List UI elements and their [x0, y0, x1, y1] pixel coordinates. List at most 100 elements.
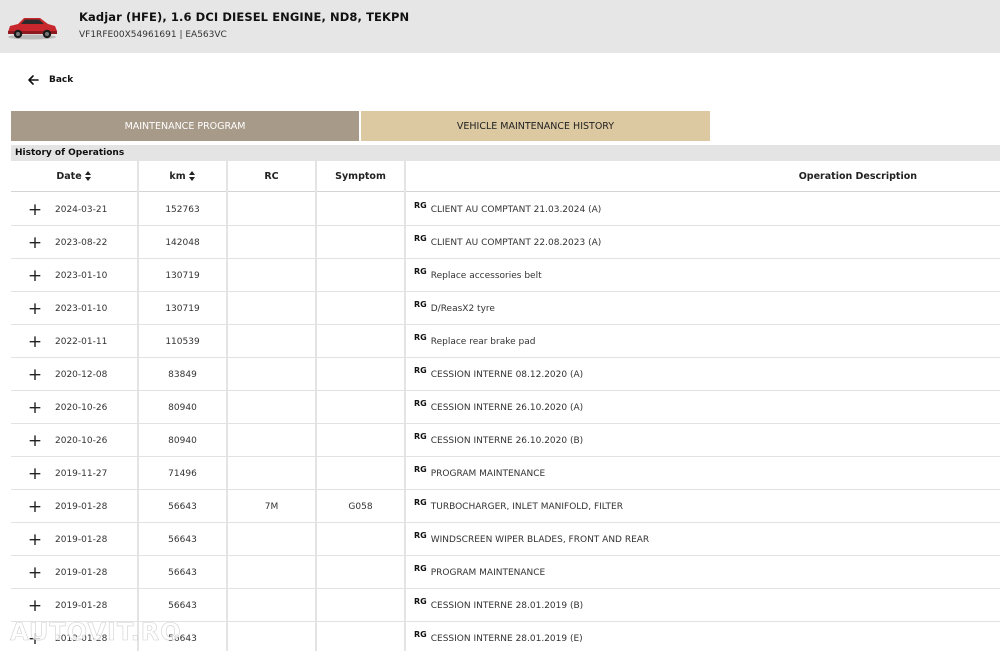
- tab-vehicle-maintenance-history[interactable]: VEHICLE MAINTENANCE HISTORY: [361, 111, 710, 141]
- expand-plus-icon[interactable]: +: [25, 457, 45, 490]
- rg-tag: RG: [414, 531, 427, 540]
- column-header-km-label: km: [169, 170, 186, 182]
- table-row[interactable]: +2019-01-28 56643 7M G058 RG TURBOCHARGER, IN…: [11, 490, 1000, 523]
- row-description-text: Replace accessories belt: [430, 270, 542, 281]
- row-description-text: PROGRAM MAINTENANCE: [430, 567, 546, 578]
- row-symptom: [317, 589, 404, 622]
- row-date: 2020-10-26: [55, 402, 108, 413]
- table-row[interactable]: +2024-03-21 152763 RG CLIENT AU COMPTANT 21…: [11, 193, 1000, 226]
- row-symptom: [317, 325, 404, 358]
- back-label: Back: [49, 75, 74, 85]
- table-row[interactable]: +2020-12-08 83849 RG CESSION INTERNE 08.12.…: [11, 358, 1000, 391]
- sort-icon[interactable]: [84, 171, 92, 181]
- table-row[interactable]: +2019-01-28 56643 RG CESSION INTERNE 28.01.…: [11, 589, 1000, 622]
- row-rc: [228, 391, 315, 424]
- row-rc: 7M: [264, 501, 279, 512]
- table-row[interactable]: +2019-01-28 56643 RG CESSION INTERNE 28.01.…: [11, 622, 1000, 651]
- expand-plus-icon[interactable]: +: [25, 391, 45, 424]
- row-km: 152763: [165, 204, 200, 215]
- row-km: 110539: [165, 336, 200, 347]
- expand-plus-icon[interactable]: +: [25, 259, 45, 292]
- expand-plus-icon[interactable]: +: [25, 226, 45, 259]
- column-header-description: Operation Description: [406, 161, 1000, 192]
- column-header-date-label: Date: [56, 170, 82, 182]
- expand-plus-icon[interactable]: +: [25, 523, 45, 556]
- tab-maintenance-program[interactable]: MAINTENANCE PROGRAM: [11, 111, 359, 141]
- vehicle-vin-plate: VF1RFE00X54961691 | EA563VC: [79, 30, 227, 40]
- column-header-date[interactable]: Date: [11, 161, 137, 192]
- row-date: 2019-01-28: [55, 600, 108, 611]
- car-icon: [8, 18, 57, 40]
- row-description: RG TURBOCHARGER, INLET MANIFOLD, FILTER: [414, 490, 994, 523]
- row-symptom: [317, 226, 404, 259]
- table-row[interactable]: +2023-08-22 142048 RG CLIENT AU COMPTANT 22…: [11, 226, 1000, 259]
- rg-tag: RG: [414, 564, 427, 573]
- row-rc: [228, 622, 315, 651]
- back-button[interactable]: Back: [27, 74, 73, 86]
- rg-tag: RG: [414, 465, 427, 474]
- row-rc: [228, 292, 315, 325]
- row-description: RG WINDSCREEN WIPER BLADES, FRONT AND REA…: [414, 523, 994, 556]
- expand-plus-icon[interactable]: +: [25, 358, 45, 391]
- row-description-text: TURBOCHARGER, INLET MANIFOLD, FILTER: [430, 501, 623, 512]
- table-row[interactable]: +2023-01-10 130719 RG D/ReasX2 tyre: [11, 292, 1000, 325]
- table-row[interactable]: +2020-10-26 80940 RG CESSION INTERNE 26.10.…: [11, 391, 1000, 424]
- rg-tag: RG: [414, 201, 427, 210]
- row-symptom: [317, 523, 404, 556]
- table-row[interactable]: +2019-01-28 56643 RG PROGRAM MAINTENANCE: [11, 556, 1000, 589]
- row-description-text: PROGRAM MAINTENANCE: [430, 468, 546, 479]
- row-description: RG CESSION INTERNE 26.10.2020 (A): [414, 391, 994, 424]
- expand-plus-icon[interactable]: +: [25, 424, 45, 457]
- row-date: 2024-03-21: [55, 204, 108, 215]
- row-description: RG CESSION INTERNE 28.01.2019 (B): [414, 589, 994, 622]
- row-km: 142048: [165, 237, 200, 248]
- expand-plus-icon[interactable]: +: [25, 490, 45, 523]
- row-rc: [228, 523, 315, 556]
- rg-tag: RG: [414, 234, 427, 243]
- row-description-text: CLIENT AU COMPTANT 21.03.2024 (A): [430, 204, 602, 215]
- row-description-text: CESSION INTERNE 08.12.2020 (A): [430, 369, 584, 380]
- row-description: RG CESSION INTERNE 26.10.2020 (B): [414, 424, 994, 457]
- row-description: RG D/ReasX2 tyre: [414, 292, 994, 325]
- row-date: 2019-01-28: [55, 501, 108, 512]
- table-row[interactable]: +2020-10-26 80940 RG CESSION INTERNE 26.10.…: [11, 424, 1000, 457]
- rg-tag: RG: [414, 300, 427, 309]
- column-header-rc: RC: [228, 161, 315, 192]
- table-row[interactable]: +2019-01-28 56643 RG WINDSCREEN WIPER BLADE…: [11, 523, 1000, 556]
- row-date: 2019-01-28: [55, 567, 108, 578]
- vehicle-title: Kadjar (HFE), 1.6 DCI DIESEL ENGINE, ND8…: [79, 10, 410, 24]
- expand-plus-icon[interactable]: +: [25, 193, 45, 226]
- row-date: 2019-11-27: [55, 468, 108, 479]
- row-date: 2023-08-22: [55, 237, 108, 248]
- expand-plus-icon[interactable]: +: [25, 622, 45, 651]
- row-km: 56643: [168, 501, 197, 512]
- operations-table-body: +2024-03-21 152763 RG CLIENT AU COMPTANT 21…: [11, 193, 1000, 651]
- row-rc: [228, 556, 315, 589]
- row-symptom: [317, 424, 404, 457]
- row-symptom: [317, 556, 404, 589]
- rg-tag: RG: [414, 597, 427, 606]
- row-km: 80940: [168, 435, 197, 446]
- row-rc: [228, 325, 315, 358]
- rg-tag: RG: [414, 399, 427, 408]
- row-description-text: Replace rear brake pad: [430, 336, 536, 347]
- expand-plus-icon[interactable]: +: [25, 292, 45, 325]
- table-row[interactable]: +2023-01-10 130719 RG Replace accessories b…: [11, 259, 1000, 292]
- expand-plus-icon[interactable]: +: [25, 556, 45, 589]
- row-description-text: CESSION INTERNE 26.10.2020 (A): [430, 402, 584, 413]
- row-symptom: [317, 622, 404, 651]
- table-row[interactable]: +2022-01-11 110539 RG Replace rear brake pa…: [11, 325, 1000, 358]
- row-description: RG Replace accessories belt: [414, 259, 994, 292]
- row-description-text: CESSION INTERNE 26.10.2020 (B): [430, 435, 584, 446]
- row-km: 56643: [168, 633, 197, 644]
- row-symptom: [317, 292, 404, 325]
- column-header-km[interactable]: km: [139, 161, 226, 192]
- table-row[interactable]: +2019-11-27 71496 RG PROGRAM MAINTENANCE: [11, 457, 1000, 490]
- expand-plus-icon[interactable]: +: [25, 325, 45, 358]
- expand-plus-icon[interactable]: +: [25, 589, 45, 622]
- row-rc: [228, 457, 315, 490]
- row-km: 56643: [168, 567, 197, 578]
- sort-icon[interactable]: [188, 171, 196, 181]
- row-km: 130719: [165, 303, 200, 314]
- row-description-text: D/ReasX2 tyre: [430, 303, 495, 314]
